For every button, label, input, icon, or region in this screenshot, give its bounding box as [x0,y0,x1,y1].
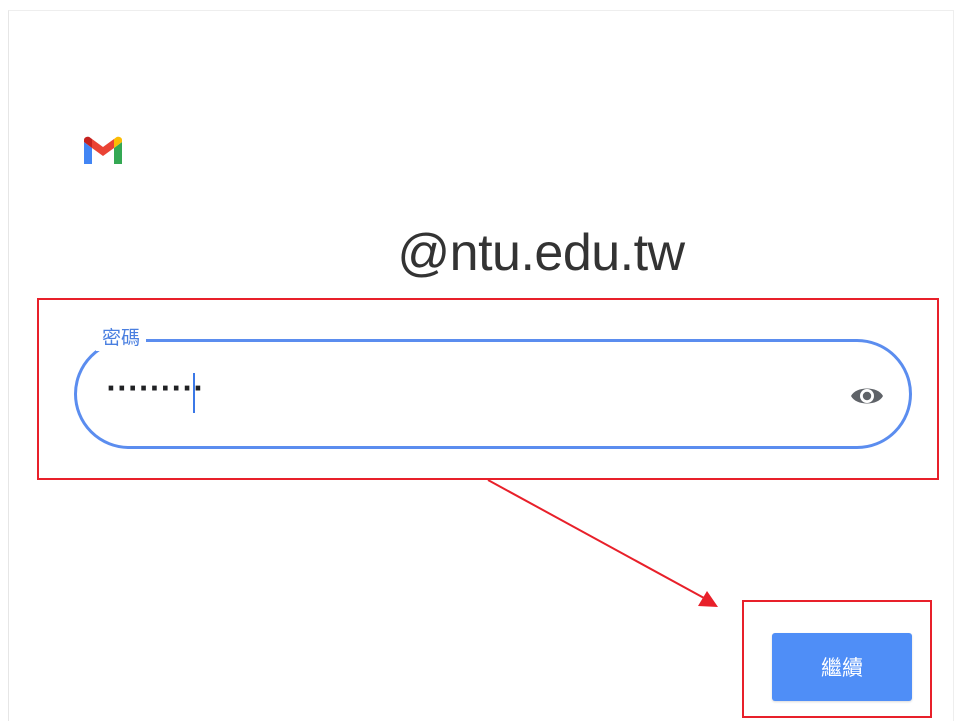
account-email: @ntu.edu.tw [397,224,685,282]
annotation-box-continue [742,600,932,718]
annotation-box-password [37,298,939,480]
gmail-logo-icon [84,136,122,164]
signin-page: @ntu.edu.tw 密碼 ········· 繼續 [0,0,964,721]
